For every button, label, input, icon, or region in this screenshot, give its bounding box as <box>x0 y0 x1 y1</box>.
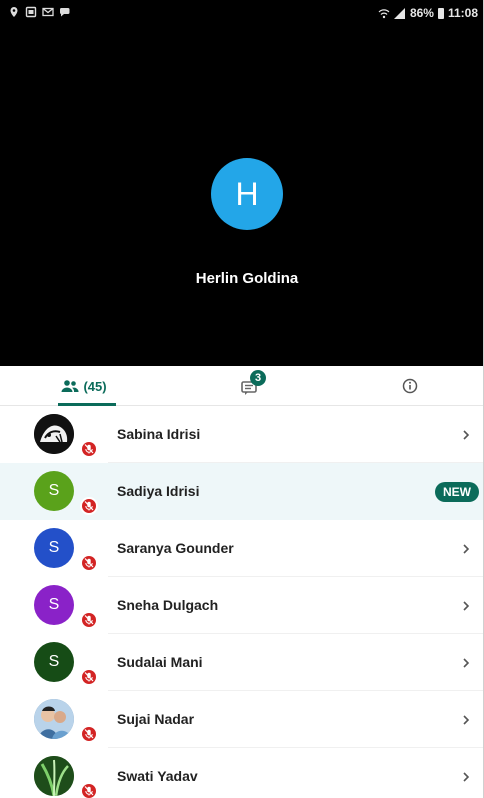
chat-unread-badge: 3 <box>250 370 266 386</box>
participant-row[interactable]: Swati Yadav <box>0 748 483 798</box>
participant-name: Sujai Nadar <box>117 711 195 727</box>
participant-row[interactable]: Sabina Idrisi <box>0 406 483 463</box>
location-icon <box>8 5 20 17</box>
muted-mic-icon <box>80 782 98 798</box>
participant-row[interactable]: S Sudalai Mani <box>0 634 483 691</box>
participant-count: (45) <box>83 378 107 394</box>
participant-tabs: (45) 3 <box>0 366 483 406</box>
signal-icon <box>393 7 406 19</box>
participant-row[interactable]: S Sneha Dulgach <box>0 577 483 634</box>
participant-avatar: S <box>34 471 74 511</box>
participant-name: Sneha Dulgach <box>117 597 219 613</box>
participant-row[interactable]: S Saranya Gounder <box>0 520 483 577</box>
info-icon <box>402 378 418 394</box>
chevron-right-icon[interactable] <box>462 542 470 554</box>
tab-chat[interactable]: 3 <box>226 366 276 406</box>
chevron-right-icon[interactable] <box>462 599 470 611</box>
muted-mic-icon <box>80 497 98 515</box>
participant-avatar <box>34 756 74 796</box>
chevron-right-icon[interactable] <box>462 656 470 668</box>
participant-list: Sabina Idrisi S Sadiya Idrisi NEW S Sara… <box>0 406 483 798</box>
participant-name: Saranya Gounder <box>117 540 234 556</box>
participant-avatar: S <box>34 585 74 625</box>
status-bar-notifications <box>8 5 71 18</box>
muted-mic-icon <box>80 440 98 458</box>
wifi-calling-icon <box>378 8 390 19</box>
muted-mic-icon <box>80 611 98 629</box>
muted-mic-icon <box>80 725 98 743</box>
chevron-right-icon[interactable] <box>462 428 470 440</box>
mail-icon <box>42 5 54 17</box>
participant-name: Sudalai Mani <box>117 654 203 670</box>
participant-name: Sadiya Idrisi <box>117 483 200 499</box>
people-icon <box>61 379 79 393</box>
participant-row[interactable]: Sujai Nadar <box>0 691 483 748</box>
muted-mic-icon <box>80 554 98 572</box>
tab-info[interactable] <box>388 366 432 406</box>
caller-avatar: H <box>211 158 283 230</box>
participant-avatar <box>34 414 74 454</box>
chevron-right-icon[interactable] <box>462 713 470 725</box>
new-badge: NEW <box>435 482 479 502</box>
participant-row[interactable]: S Sadiya Idrisi NEW <box>0 463 483 520</box>
caller-name: Herlin Goldina <box>195 270 299 287</box>
chevron-right-icon[interactable] <box>462 770 470 782</box>
app-screen: 86% 11:08 H Herlin Goldina (45) 3 Sabina… <box>0 0 484 798</box>
chat-notification-icon <box>59 5 71 17</box>
sim-icon <box>25 5 37 18</box>
status-bar-system: 86% 11:08 <box>378 6 478 20</box>
battery-percent: 86% <box>409 6 434 20</box>
call-stage: H Herlin Goldina <box>0 26 483 366</box>
tab-participants[interactable]: (45) <box>46 366 122 406</box>
battery-icon <box>437 7 444 19</box>
clock: 11:08 <box>447 6 478 20</box>
status-bar: 86% 11:08 <box>0 0 483 26</box>
participant-name: Swati Yadav <box>117 768 198 784</box>
participant-avatar: S <box>34 642 74 682</box>
participant-avatar <box>34 699 74 739</box>
participant-name: Sabina Idrisi <box>117 426 201 442</box>
participant-avatar: S <box>34 528 74 568</box>
muted-mic-icon <box>80 668 98 686</box>
